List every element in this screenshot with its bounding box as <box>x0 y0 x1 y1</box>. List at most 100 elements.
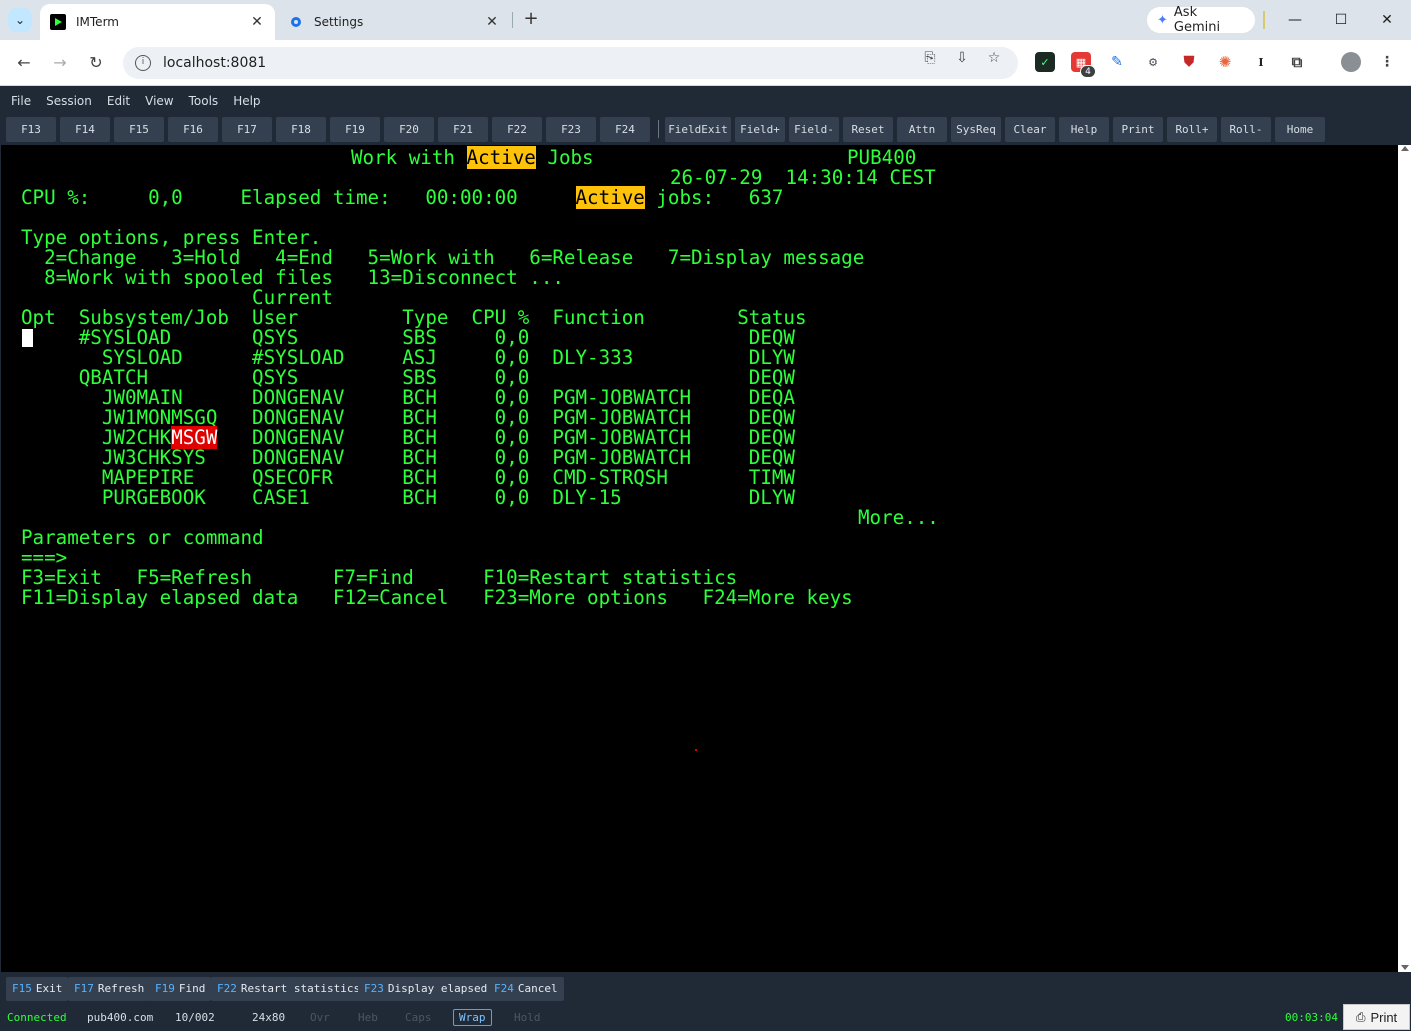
table-row[interactable]: SYSLOAD #SYSLOAD ASJ 0,0 DLY-333 DLYW <box>21 348 795 368</box>
key-print[interactable]: Print <box>1113 117 1163 142</box>
key-roll-down[interactable]: Roll- <box>1221 117 1271 142</box>
table-row[interactable]: QBATCH QSYS SBS 0,0 DEQW <box>21 368 795 388</box>
print-button[interactable]: ⎙ Print <box>1343 1004 1410 1030</box>
date-time: 26-07-29 14:30:14 CEST <box>670 166 936 189</box>
url-field[interactable]: i localhost:8081 <box>123 47 1018 79</box>
key-f19[interactable]: F19 <box>330 117 380 142</box>
key-home[interactable]: Home <box>1275 117 1325 142</box>
key-reset[interactable]: Reset <box>843 117 893 142</box>
new-tab-button[interactable]: + <box>520 9 542 31</box>
hebrew-indicator: Heb <box>358 1011 378 1024</box>
wrap-toggle[interactable]: Wrap <box>453 1009 492 1026</box>
softkey-display-elapsed[interactable]: F23 Display elapsed <box>358 977 494 1001</box>
column-header-1: Current <box>21 286 333 309</box>
key-field-minus[interactable]: Field- <box>789 117 839 142</box>
table-row[interactable]: JW3CHKSYS DONGENAV BCH 0,0 PGM-JOBWATCH … <box>21 448 795 468</box>
maximize-button[interactable]: ☐ <box>1329 8 1353 32</box>
key-clear[interactable]: Clear <box>1005 117 1055 142</box>
menu-file[interactable]: File <box>4 94 38 108</box>
printer-icon: ⎙ <box>1355 1009 1366 1024</box>
tab-settings[interactable]: Settings ✕ <box>278 4 510 40</box>
screen-title: Work with Active Jobs <box>351 146 594 169</box>
softkey-restart-statistics[interactable]: F22 Restart statistics <box>211 977 367 1001</box>
tab-search-button[interactable]: ⌄ <box>8 8 32 32</box>
table-row[interactable]: #SYSLOAD QSYS SBS 0,0 DEQW <box>21 328 795 348</box>
caps-indicator: Caps <box>405 1011 432 1024</box>
menu-help[interactable]: Help <box>226 94 267 108</box>
key-f18[interactable]: F18 <box>276 117 326 142</box>
column-header-2: Opt Subsystem/Job User Type CPU % Functi… <box>21 306 807 329</box>
scroll-up-icon[interactable] <box>1401 146 1409 151</box>
key-fieldexit[interactable]: FieldExit <box>665 117 731 142</box>
key-attn[interactable]: Attn <box>897 117 947 142</box>
softkey-cancel[interactable]: F24 Cancel <box>488 977 564 1001</box>
tab-divider <box>512 12 513 28</box>
table-row[interactable]: MAPEPIRE QSECOFR BCH 0,0 CMD-STRQSH TIMW <box>21 468 795 488</box>
tab-imterm[interactable]: IMTerm ✕ <box>40 4 275 40</box>
table-row[interactable]: JW0MAIN DONGENAV BCH 0,0 PGM-JOBWATCH DE… <box>21 388 795 408</box>
minimize-button[interactable]: — <box>1283 8 1307 32</box>
menu-edit[interactable]: Edit <box>100 94 137 108</box>
key-roll-up[interactable]: Roll+ <box>1167 117 1217 142</box>
table-row[interactable]: JW2CHKMSGW DONGENAV BCH 0,0 PGM-JOBWATCH… <box>21 426 795 449</box>
system-name: PUB400 <box>847 146 917 169</box>
key-sysreq[interactable]: SysReq <box>951 117 1001 142</box>
command-prompt[interactable]: ===> <box>21 548 67 568</box>
close-window-button[interactable]: ✕ <box>1375 8 1399 32</box>
bookmark-star-icon[interactable]: ☆ <box>984 48 1004 68</box>
clipboard-icon[interactable]: ⎘ <box>920 48 940 68</box>
function-keys-line-1: F3=Exit F5=Refresh F7=Find F10=Restart s… <box>21 566 738 589</box>
maximize-icon: ☐ <box>1334 12 1348 28</box>
extension-icon[interactable]: ✓ <box>1035 52 1055 72</box>
terminal-scrollbar[interactable] <box>1398 145 1411 972</box>
key-f14[interactable]: F14 <box>60 117 110 142</box>
key-f16[interactable]: F16 <box>168 117 218 142</box>
key-f17[interactable]: F17 <box>222 117 272 142</box>
site-info-icon[interactable]: i <box>135 55 151 71</box>
reload-button[interactable]: ↻ <box>84 51 108 75</box>
plus-icon: + <box>523 8 539 29</box>
pen-icon[interactable]: ✎ <box>1107 52 1127 72</box>
tab-title: IMTerm <box>76 15 119 29</box>
key-f24[interactable]: F24 <box>600 117 650 142</box>
back-button[interactable]: ← <box>12 51 36 75</box>
scroll-down-icon[interactable] <box>1401 965 1409 970</box>
table-row[interactable]: JW1MONMSGQ DONGENAV BCH 0,0 PGM-JOBWATCH… <box>21 408 795 428</box>
key-f23[interactable]: F23 <box>546 117 596 142</box>
shield-icon[interactable]: ⛊ <box>1179 52 1199 72</box>
softkey-find[interactable]: F19 Find <box>149 977 212 1001</box>
more-vert-icon[interactable]: ⋮ <box>1377 52 1397 72</box>
key-f13[interactable]: F13 <box>6 117 56 142</box>
status-bar: Connected pub400.com 10/002 24x80 Ovr He… <box>0 1003 1411 1031</box>
close-icon[interactable]: ✕ <box>484 14 500 30</box>
reload-icon: ↻ <box>89 53 103 72</box>
minimize-icon: — <box>1288 12 1302 28</box>
extension-icon[interactable]: I <box>1251 52 1271 72</box>
key-f15[interactable]: F15 <box>114 117 164 142</box>
menu-tools[interactable]: Tools <box>182 94 226 108</box>
terminal-screen[interactable]: Work with Active Jobs PUB400 26-07-29 14… <box>1 145 1398 972</box>
screen-size: 24x80 <box>252 1011 286 1024</box>
avatar[interactable] <box>1341 52 1361 72</box>
forward-button[interactable]: → <box>48 51 72 75</box>
menu-view[interactable]: View <box>138 94 180 108</box>
close-icon[interactable]: ✕ <box>249 14 265 30</box>
key-help[interactable]: Help <box>1059 117 1109 142</box>
menu-session[interactable]: Session <box>39 94 99 108</box>
key-field-plus[interactable]: Field+ <box>735 117 785 142</box>
ask-gemini-button[interactable]: ✦ Ask Gemini <box>1147 5 1255 35</box>
divider <box>1263 11 1265 29</box>
softkey-exit[interactable]: F15 Exit <box>6 977 69 1001</box>
key-f20[interactable]: F20 <box>384 117 434 142</box>
function-key-toolbar: F13 F14 F15 F16 F17 F18 F19 F20 F21 F22 … <box>0 114 1411 144</box>
softkey-refresh[interactable]: F17 Refresh <box>68 977 151 1001</box>
table-row[interactable]: PURGEBOOK CASE1 BCH 0,0 DLY-15 DLYW <box>21 488 795 508</box>
key-f21[interactable]: F21 <box>438 117 488 142</box>
sparkle-icon[interactable]: ✺ <box>1215 52 1235 72</box>
extension-icon[interactable]: ⚙ <box>1143 52 1163 72</box>
puzzle-icon[interactable]: ⧉ <box>1287 52 1307 72</box>
key-f22[interactable]: F22 <box>492 117 542 142</box>
print-label: Print <box>1370 1009 1398 1025</box>
install-app-icon[interactable]: ⇩ <box>952 48 972 68</box>
arrow-left-icon: ← <box>17 53 31 72</box>
